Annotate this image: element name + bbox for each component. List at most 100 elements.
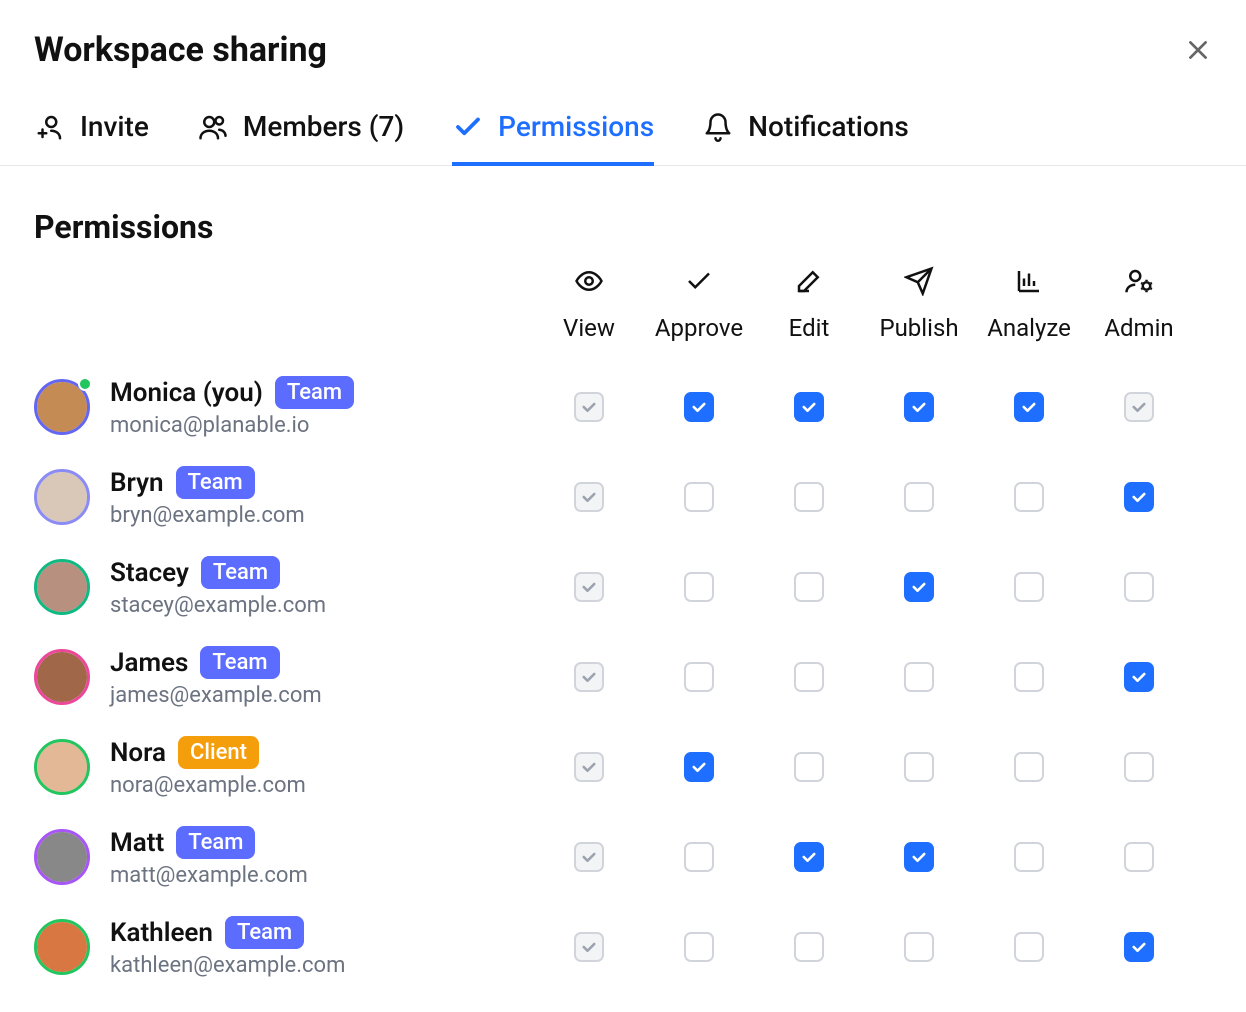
column-header-approve: Approve [644,266,754,362]
role-badge: Team [275,376,354,409]
perm-admin-checkbox[interactable] [1124,932,1154,962]
member-cell: Kathleen Team kathleen@example.com [34,902,534,992]
column-label: Admin [1104,314,1173,342]
section-title: Permissions [34,208,1212,246]
role-badge: Team [176,826,255,859]
member-name: Kathleen [110,918,213,948]
column-header-edit: Edit [754,266,864,362]
perm-edit-checkbox[interactable] [794,662,824,692]
avatar [34,649,90,705]
member-email: james@example.com [110,683,322,708]
person-plus-icon [34,111,66,143]
modal-title: Workspace sharing [34,30,327,70]
tab-invite[interactable]: Invite [34,110,149,165]
tab-members[interactable]: Members (7) [197,110,404,165]
role-badge: Team [176,466,255,499]
perm-admin-checkbox[interactable] [1124,752,1154,782]
perm-approve-checkbox[interactable] [684,662,714,692]
perm-view-checkbox [574,572,604,602]
perm-view-checkbox [574,842,604,872]
perm-approve-checkbox[interactable] [684,842,714,872]
perm-admin-checkbox[interactable] [1124,842,1154,872]
perm-approve-checkbox[interactable] [684,392,714,422]
admin-icon [1124,266,1154,300]
perm-publish-checkbox[interactable] [904,752,934,782]
column-label: Edit [789,314,830,342]
perm-edit-checkbox[interactable] [794,932,824,962]
avatar [34,559,90,615]
perm-admin-checkbox[interactable] [1124,572,1154,602]
column-label: Publish [879,314,958,342]
member-cell: Nora Client nora@example.com [34,722,534,812]
role-badge: Team [225,916,304,949]
avatar [34,919,90,975]
avatar [34,829,90,885]
perm-admin-checkbox[interactable] [1124,482,1154,512]
perm-analyze-checkbox[interactable] [1014,572,1044,602]
perm-view-checkbox [574,392,604,422]
check-icon [452,111,484,143]
avatar [34,739,90,795]
perm-analyze-checkbox[interactable] [1014,482,1044,512]
tabs: Invite Members (7) Permissions Notificat… [0,110,1246,166]
member-email: stacey@example.com [110,593,326,618]
perm-publish-checkbox[interactable] [904,392,934,422]
bell-icon [702,111,734,143]
avatar [34,379,90,435]
column-header-admin: Admin [1084,266,1194,362]
tab-permissions[interactable]: Permissions [452,110,654,165]
role-badge: Client [178,736,259,769]
member-name: Monica (you) [110,378,263,408]
perm-publish-checkbox[interactable] [904,932,934,962]
perm-edit-checkbox[interactable] [794,572,824,602]
perm-view-checkbox [574,482,604,512]
online-indicator [78,377,92,391]
column-header-analyze: Analyze [974,266,1084,362]
member-email: matt@example.com [110,863,308,888]
perm-publish-checkbox[interactable] [904,662,934,692]
perm-publish-checkbox[interactable] [904,572,934,602]
perm-edit-checkbox[interactable] [794,752,824,782]
member-email: bryn@example.com [110,503,305,528]
member-cell: Matt Team matt@example.com [34,812,534,902]
perm-publish-checkbox[interactable] [904,842,934,872]
member-cell: Bryn Team bryn@example.com [34,452,534,542]
member-name: Stacey [110,558,189,588]
check-icon [684,266,714,300]
perm-view-checkbox [574,662,604,692]
perm-analyze-checkbox[interactable] [1014,752,1044,782]
perm-edit-checkbox[interactable] [794,842,824,872]
perm-edit-checkbox[interactable] [794,392,824,422]
perm-analyze-checkbox[interactable] [1014,842,1044,872]
perm-edit-checkbox[interactable] [794,482,824,512]
perm-approve-checkbox[interactable] [684,482,714,512]
role-badge: Team [201,556,280,589]
member-name: James [110,648,188,678]
perm-approve-checkbox[interactable] [684,752,714,782]
perm-analyze-checkbox[interactable] [1014,932,1044,962]
workspace-sharing-modal: Workspace sharing Invite Members (7) Per… [0,0,1246,1012]
eye-icon [574,266,604,300]
tab-notifications[interactable]: Notifications [702,110,909,165]
perm-approve-checkbox[interactable] [684,572,714,602]
column-label: Analyze [987,314,1071,342]
column-label: Approve [655,314,743,342]
tab-label: Notifications [748,110,909,143]
member-name: Nora [110,738,166,768]
member-cell: James Team james@example.com [34,632,534,722]
chart-icon [1014,266,1044,300]
perm-admin-checkbox[interactable] [1124,662,1154,692]
perm-analyze-checkbox[interactable] [1014,662,1044,692]
send-icon [904,266,934,300]
perm-approve-checkbox[interactable] [684,932,714,962]
perm-publish-checkbox[interactable] [904,482,934,512]
column-header-publish: Publish [864,266,974,362]
pencil-icon [794,266,824,300]
member-name: Matt [110,828,164,858]
member-email: monica@planable.io [110,413,354,438]
perm-analyze-checkbox[interactable] [1014,392,1044,422]
column-label: View [563,314,615,342]
close-button[interactable] [1184,36,1212,64]
member-cell: Stacey Team stacey@example.com [34,542,534,632]
tab-label: Members (7) [243,110,404,143]
